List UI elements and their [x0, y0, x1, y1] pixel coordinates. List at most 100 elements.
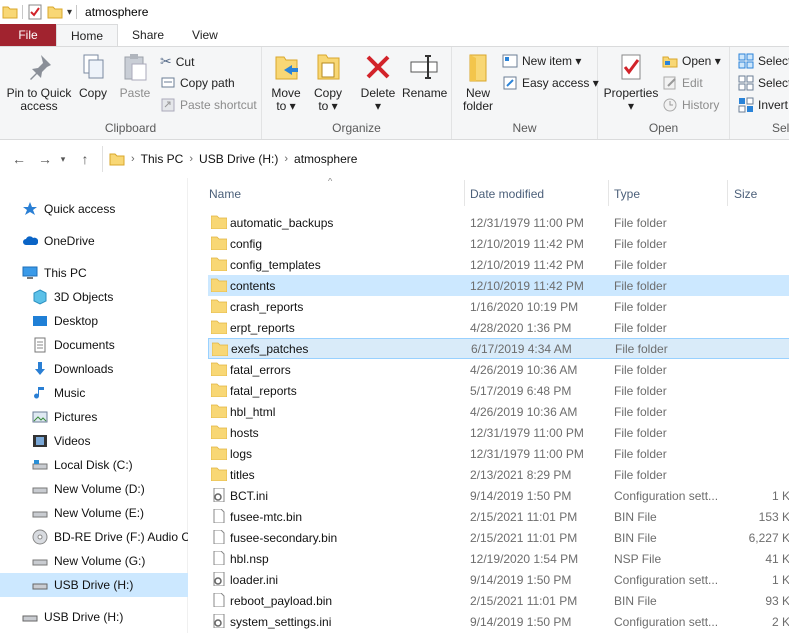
table-row[interactable]: exefs_patches 6/17/2019 4:34 AM File folde…: [208, 338, 789, 359]
file-name: contents: [230, 278, 276, 293]
sidebar-item-label: Local Disk (C:): [54, 458, 133, 472]
properties-button[interactable]: Properties ▾: [602, 51, 660, 113]
sidebar-item-usb-drive-h[interactable]: USB Drive (H:): [0, 573, 188, 597]
recent-locations-chevron-icon[interactable]: ▾: [56, 154, 70, 165]
sidebar-item-pictures[interactable]: Pictures: [0, 405, 188, 429]
folder-icon: [211, 257, 227, 271]
column-header-size[interactable]: Size: [734, 187, 757, 201]
folder-icon: [211, 362, 227, 376]
paste-shortcut-button[interactable]: Paste shortcut: [160, 97, 257, 113]
table-row[interactable]: system_settings.ini 9/14/2019 1:50 PM Conf…: [208, 611, 789, 632]
tab-file[interactable]: File: [0, 24, 56, 46]
sidebar-item-label: Videos: [54, 434, 91, 448]
column-divider[interactable]: [608, 180, 609, 206]
edit-button[interactable]: Edit: [662, 75, 703, 91]
column-divider[interactable]: [727, 180, 728, 206]
new-folder-icon[interactable]: [47, 4, 63, 20]
sidebar-item-onedrive[interactable]: OneDrive: [0, 229, 188, 253]
sidebar-item-new-volume-d[interactable]: New Volume (D:): [0, 477, 188, 501]
sidebar-item-local-disk-c[interactable]: Local Disk (C:): [0, 453, 188, 477]
history-button[interactable]: History: [662, 97, 719, 113]
table-row[interactable]: loader.ini 9/14/2019 1:50 PM Configuration…: [208, 569, 789, 590]
sidebar-item-music[interactable]: Music: [0, 381, 188, 405]
table-row[interactable]: config 12/10/2019 11:42 PM File folder: [208, 233, 789, 254]
sidebar-item-documents[interactable]: Documents: [0, 333, 188, 357]
select-all-button[interactable]: Select: [738, 53, 789, 69]
sidebar-item-downloads[interactable]: Downloads: [0, 357, 188, 381]
select-none-button[interactable]: Select: [738, 75, 789, 91]
sidebar-item-this-pc[interactable]: This PC: [0, 261, 188, 285]
back-arrow-icon[interactable]: ←: [8, 151, 30, 167]
column-header-type[interactable]: Type: [614, 187, 640, 201]
file-type: File folder: [614, 425, 667, 440]
table-row[interactable]: erpt_reports 4/28/2020 1:36 PM File folder: [208, 317, 789, 338]
sidebar-item-quick-access[interactable]: Quick access: [0, 197, 188, 221]
pin-to-quick-access-button[interactable]: Pin to Quick access: [4, 51, 74, 113]
table-row[interactable]: fatal_errors 4/26/2019 10:36 AM File folde…: [208, 359, 789, 380]
table-row[interactable]: crash_reports 1/16/2020 10:19 PM File fold…: [208, 296, 789, 317]
move-to-button[interactable]: Move to ▾: [268, 51, 304, 113]
toolbar-divider: [22, 5, 23, 19]
tab-home[interactable]: Home: [56, 24, 119, 46]
invert-selection-label: Invert: [758, 98, 789, 112]
chevron-right-icon[interactable]: ›: [131, 153, 135, 165]
sidebar-item-usb-drive-h-root[interactable]: USB Drive (H:): [0, 605, 188, 629]
table-row[interactable]: hbl_html 4/26/2019 10:36 AM File folder: [208, 401, 789, 422]
scissors-icon: ✂: [160, 53, 172, 69]
table-row[interactable]: automatic_backups 12/31/1979 11:00 PM File…: [208, 212, 789, 233]
table-row[interactable]: hbl.nsp 12/19/2020 1:54 PM NSP File 41 K: [208, 548, 789, 569]
up-arrow-icon[interactable]: ↑: [74, 151, 96, 167]
sidebar-item-new-volume-g[interactable]: New Volume (G:): [0, 549, 188, 573]
file-name: hbl.nsp: [230, 551, 269, 566]
customize-toolbar-icon[interactable]: ▾: [67, 7, 72, 18]
properties-icon[interactable]: [27, 4, 43, 20]
file-date-modified: 12/31/1979 11:00 PM: [470, 446, 584, 461]
copy-to-button[interactable]: Copy to ▾: [310, 51, 346, 113]
breadcrumb-this-pc[interactable]: This PC: [141, 152, 184, 166]
new-folder-button[interactable]: New folder: [458, 51, 498, 113]
table-row[interactable]: hosts 12/31/1979 11:00 PM File folder: [208, 422, 789, 443]
paste-button[interactable]: Paste: [114, 51, 156, 100]
file-date-modified: 2/15/2021 11:01 PM: [470, 509, 578, 524]
table-row[interactable]: BCT.ini 9/14/2019 1:50 PM Configuration se…: [208, 485, 789, 506]
forward-arrow-icon[interactable]: →: [34, 151, 56, 167]
sidebar-item-bd-re-drive-f[interactable]: BD-RE Drive (F:) Audio CD: [0, 525, 188, 549]
breadcrumb-usb-drive[interactable]: USB Drive (H:): [199, 152, 278, 166]
easy-access-button[interactable]: Easy access ▾: [502, 75, 599, 91]
copy-path-button[interactable]: Copy path: [160, 75, 235, 91]
column-header-name[interactable]: Name: [209, 187, 241, 201]
delete-button[interactable]: Delete ▾: [358, 51, 398, 113]
tab-share[interactable]: Share: [118, 24, 178, 46]
address-bar[interactable]: › This PC › USB Drive (H:) › atmosphere: [102, 146, 789, 172]
open-button[interactable]: Open ▾: [662, 53, 721, 69]
breadcrumb-atmosphere[interactable]: atmosphere: [294, 152, 357, 166]
sidebar-item-desktop[interactable]: Desktop: [0, 309, 188, 333]
table-row[interactable]: config_templates 12/10/2019 11:42 PM File …: [208, 254, 789, 275]
file-name: fusee-mtc.bin: [230, 509, 303, 524]
file-name: config: [230, 236, 263, 251]
cut-button[interactable]: ✂ Cut: [160, 53, 194, 70]
table-row[interactable]: fusee-mtc.bin 2/15/2021 11:01 PM BIN File 1…: [208, 506, 789, 527]
table-row[interactable]: logs 12/31/1979 11:00 PM File folder: [208, 443, 789, 464]
chevron-right-icon[interactable]: ›: [189, 153, 193, 165]
rename-button[interactable]: Rename: [402, 51, 447, 100]
sidebar-item-3d-objects[interactable]: 3D Objects: [0, 285, 188, 309]
sidebar-item-videos[interactable]: Videos: [0, 429, 188, 453]
sidebar-item-new-volume-e[interactable]: New Volume (E:): [0, 501, 188, 525]
new-group: New folder New item ▾ Easy access ▾ New: [452, 47, 599, 139]
copy-button[interactable]: Copy: [74, 51, 112, 100]
table-row[interactable]: fatal_reports 5/17/2019 6:48 PM File folde…: [208, 380, 789, 401]
table-row[interactable]: titles 2/13/2021 8:29 PM File folder: [208, 464, 789, 485]
column-divider[interactable]: [464, 180, 465, 206]
new-item-button[interactable]: New item ▾: [502, 53, 581, 69]
title-bar: ▾ atmosphere: [0, 0, 789, 24]
chevron-right-icon[interactable]: ›: [284, 153, 288, 165]
table-row[interactable]: fusee-secondary.bin 2/15/2021 11:01 PM BIN…: [208, 527, 789, 548]
desktop-icon: [33, 316, 47, 326]
table-row[interactable]: contents 12/10/2019 11:42 PM File folder: [208, 275, 789, 296]
tab-view[interactable]: View: [178, 24, 232, 46]
table-row[interactable]: reboot_payload.bin 2/15/2021 11:01 PM BIN …: [208, 590, 789, 611]
column-header-date-modified[interactable]: Date modified: [470, 187, 544, 201]
easy-access-label: Easy access ▾: [522, 76, 599, 90]
invert-selection-button[interactable]: Invert: [738, 97, 788, 113]
